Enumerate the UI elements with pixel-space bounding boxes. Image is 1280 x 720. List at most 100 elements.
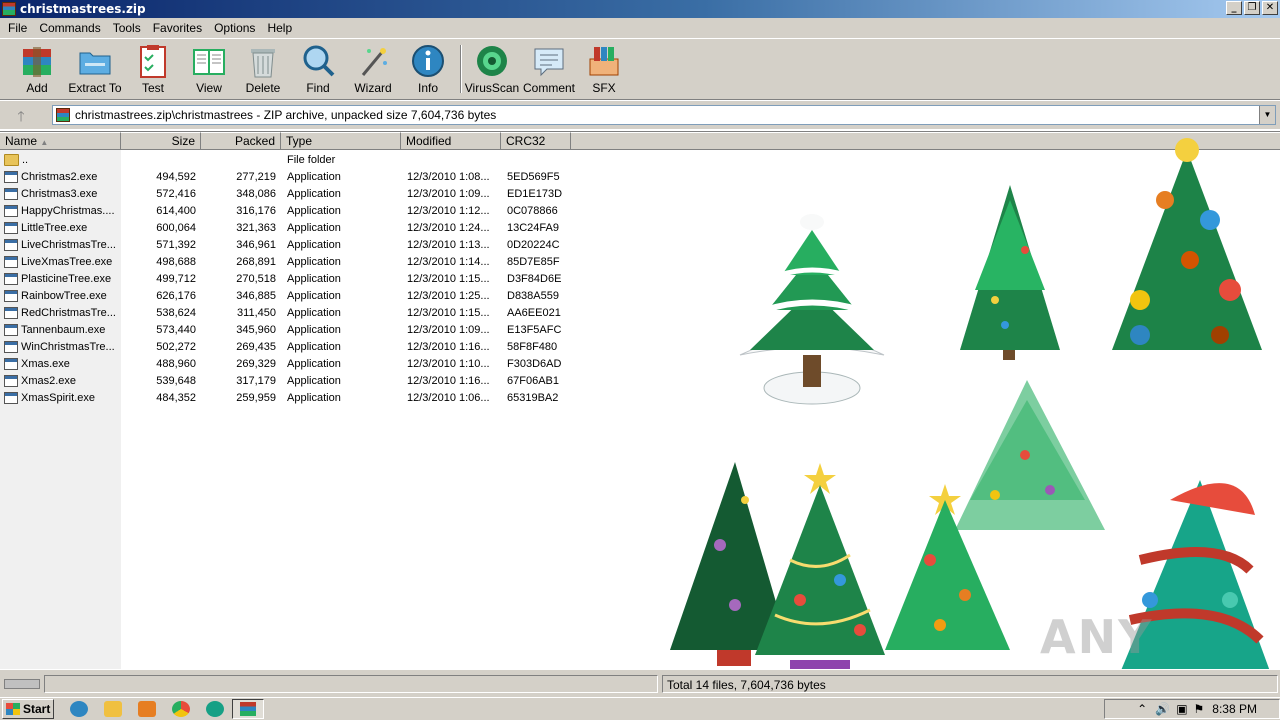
file-modified: 12/3/2010 1:12... bbox=[407, 204, 490, 217]
file-row[interactable]: Christmas2.exe 494,592 277,219 Applicati… bbox=[0, 168, 571, 185]
trash-icon bbox=[245, 43, 281, 79]
menu-options[interactable]: Options bbox=[208, 21, 261, 35]
delete-button[interactable]: Delete bbox=[235, 43, 291, 99]
file-name: HappyChristmas.... bbox=[21, 204, 115, 217]
parent-folder-row[interactable]: .. File folder bbox=[0, 151, 571, 168]
exe-file-icon bbox=[4, 374, 18, 387]
file-name-cell: Tannenbaum.exe bbox=[0, 323, 121, 336]
minimize-button[interactable]: _ bbox=[1226, 1, 1242, 15]
file-type: Application bbox=[287, 255, 341, 268]
column-name[interactable]: Name ▲ bbox=[0, 132, 121, 150]
wizard-button[interactable]: Wizard bbox=[345, 43, 401, 99]
explorer-icon[interactable] bbox=[104, 701, 122, 717]
file-row[interactable]: WinChristmasTre... 502,272 269,435 Appli… bbox=[0, 338, 571, 355]
clock[interactable]: 8:38 PM bbox=[1212, 702, 1257, 716]
file-crc32: 0D20224C bbox=[507, 238, 560, 251]
close-button[interactable]: ✕ bbox=[1262, 1, 1278, 15]
file-row[interactable]: Christmas3.exe 572,416 348,086 Applicati… bbox=[0, 185, 571, 202]
column-crc32[interactable]: CRC32 bbox=[501, 132, 571, 150]
file-modified: 12/3/2010 1:15... bbox=[407, 306, 490, 319]
view-button[interactable]: View bbox=[181, 43, 237, 99]
file-row[interactable]: RedChristmasTre... 538,624 311,450 Appli… bbox=[0, 304, 571, 321]
file-size: 614,400 bbox=[156, 204, 196, 217]
menu-help[interactable]: Help bbox=[261, 21, 298, 35]
file-name-cell: .. bbox=[0, 153, 121, 166]
exe-file-icon bbox=[4, 255, 18, 268]
file-row[interactable]: Xmas.exe 488,960 269,329 Application 12/… bbox=[0, 355, 571, 372]
menu-tools[interactable]: Tools bbox=[107, 21, 147, 35]
find-button[interactable]: Find bbox=[290, 43, 346, 99]
show-hidden-icons[interactable]: ⌃ bbox=[1137, 702, 1147, 716]
file-modified: 12/3/2010 1:15... bbox=[407, 272, 490, 285]
flag-icon[interactable]: ⚑ bbox=[1194, 702, 1205, 716]
file-row[interactable]: XmasSpirit.exe 484,352 259,959 Applicati… bbox=[0, 389, 571, 406]
network-icon[interactable]: ▣ bbox=[1176, 702, 1187, 716]
file-row[interactable]: Tannenbaum.exe 573,440 345,960 Applicati… bbox=[0, 321, 571, 338]
media-player-icon[interactable] bbox=[138, 701, 156, 717]
virusscan-button[interactable]: VirusScan bbox=[464, 43, 520, 99]
file-type: Application bbox=[287, 289, 341, 302]
menu-file[interactable]: File bbox=[2, 21, 33, 35]
restore-button[interactable]: ❐ bbox=[1244, 1, 1260, 15]
file-name-cell: RainbowTree.exe bbox=[0, 289, 121, 302]
file-type: Application bbox=[287, 323, 341, 336]
menu-commands[interactable]: Commands bbox=[33, 21, 106, 35]
sfx-button[interactable]: SFX bbox=[576, 43, 632, 99]
file-row[interactable]: HappyChristmas.... 614,400 316,176 Appli… bbox=[0, 202, 571, 219]
file-type: Application bbox=[287, 238, 341, 251]
file-modified: 12/3/2010 1:08... bbox=[407, 170, 490, 183]
windows-logo-icon bbox=[6, 703, 20, 715]
menu-favorites[interactable]: Favorites bbox=[147, 21, 208, 35]
edge-icon[interactable] bbox=[206, 701, 224, 717]
file-type: Application bbox=[287, 374, 341, 387]
file-size: 572,416 bbox=[156, 187, 196, 200]
file-size: 484,352 bbox=[156, 391, 196, 404]
start-button[interactable]: Start bbox=[2, 699, 54, 719]
file-rows: .. File folder Christmas2.exe 494,592 27… bbox=[0, 151, 571, 406]
file-modified: 12/3/2010 1:25... bbox=[407, 289, 490, 302]
test-button[interactable]: Test bbox=[125, 43, 181, 99]
find-label: Find bbox=[306, 81, 330, 95]
ie-icon[interactable] bbox=[70, 701, 88, 717]
file-row[interactable]: LittleTree.exe 600,064 321,363 Applicati… bbox=[0, 219, 571, 236]
extract-to-button[interactable]: Extract To bbox=[67, 43, 123, 99]
file-crc32: 85D7E85F bbox=[507, 255, 560, 268]
file-packed: 316,176 bbox=[236, 204, 276, 217]
file-row[interactable]: LiveXmasTree.exe 498,688 268,891 Applica… bbox=[0, 253, 571, 270]
column-filler bbox=[571, 132, 1280, 150]
address-bar: 🡑 christmastrees.zip\christmastrees - ZI… bbox=[0, 101, 1280, 129]
file-name-cell: WinChristmasTre... bbox=[0, 340, 121, 353]
exe-file-icon bbox=[4, 323, 18, 336]
file-modified: 12/3/2010 1:16... bbox=[407, 374, 490, 387]
file-packed: 317,179 bbox=[236, 374, 276, 387]
info-button[interactable]: Info bbox=[400, 43, 456, 99]
file-crc32: D3F84D6E bbox=[507, 272, 562, 285]
exe-file-icon bbox=[4, 187, 18, 200]
volume-icon[interactable]: 🔊 bbox=[1155, 702, 1170, 716]
chrome-icon[interactable] bbox=[172, 701, 190, 717]
file-row[interactable]: PlasticineTree.exe 499,712 270,518 Appli… bbox=[0, 270, 571, 287]
up-arrow-icon[interactable]: 🡑 bbox=[8, 106, 34, 126]
file-name-cell: Xmas.exe bbox=[0, 357, 121, 370]
winrar-icon bbox=[2, 2, 16, 16]
column-packed[interactable]: Packed bbox=[201, 132, 281, 150]
exe-file-icon bbox=[4, 238, 18, 251]
column-size[interactable]: Size bbox=[121, 132, 201, 150]
file-crc32: AA6EE021 bbox=[507, 306, 561, 319]
path-dropdown-button[interactable]: ▼ bbox=[1259, 106, 1275, 124]
file-name: PlasticineTree.exe bbox=[21, 272, 112, 285]
column-type[interactable]: Type bbox=[281, 132, 401, 150]
path-text: christmastrees.zip\christmastrees - ZIP … bbox=[75, 108, 497, 122]
file-row[interactable]: RainbowTree.exe 626,176 346,885 Applicat… bbox=[0, 287, 571, 304]
path-field[interactable]: christmastrees.zip\christmastrees - ZIP … bbox=[52, 105, 1276, 125]
winrar-task-button[interactable] bbox=[232, 699, 264, 719]
status-bar: Total 14 files, 7,604,736 bytes bbox=[0, 669, 1280, 697]
file-type: Application bbox=[287, 204, 341, 217]
file-row[interactable]: LiveChristmasTre... 571,392 346,961 Appl… bbox=[0, 236, 571, 253]
file-modified: 12/3/2010 1:09... bbox=[407, 187, 490, 200]
file-row[interactable]: Xmas2.exe 539,648 317,179 Application 12… bbox=[0, 372, 571, 389]
add-button[interactable]: Add bbox=[9, 43, 65, 99]
comment-button[interactable]: Comment bbox=[521, 43, 577, 99]
exe-file-icon bbox=[4, 357, 18, 370]
column-modified[interactable]: Modified bbox=[401, 132, 501, 150]
